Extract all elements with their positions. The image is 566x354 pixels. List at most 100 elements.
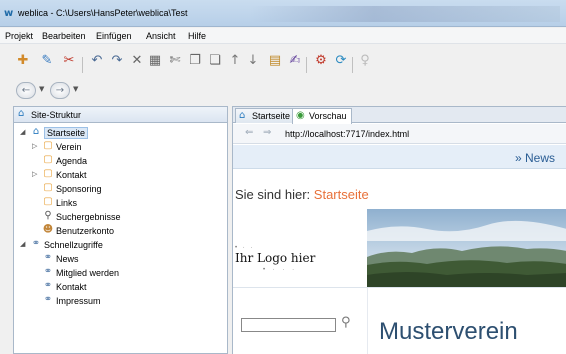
publish-icon[interactable]: ⟳ (332, 53, 350, 69)
tree-item-schnellzugriffe[interactable]: ◢ ⚭ Schnellzugriffe (20, 238, 220, 251)
tab-vorschau[interactable]: ◉ Vorschau (292, 108, 352, 124)
page-icon: ▢ (43, 154, 53, 165)
site-top-nav: » News (233, 145, 566, 169)
menu-bearbeiten[interactable]: Bearbeiten (42, 31, 86, 41)
tree-item-verein[interactable]: ▷ ▢ Verein (32, 140, 222, 153)
tree-item-label: Schnellzugriffe (44, 240, 103, 250)
search-icon[interactable]: ⚲ (341, 315, 351, 330)
tree-item-label: Mitglied werden (56, 268, 120, 278)
breadcrumb: Sie sind hier: Startseite (235, 187, 369, 202)
tree-item-label: Verein (56, 142, 82, 152)
page-icon: ▢ (43, 140, 53, 151)
link-icon: ⚭ (43, 266, 53, 277)
cut-icon[interactable]: ✄ (166, 53, 184, 69)
logo-text: Ihr Logo hier (235, 251, 316, 265)
tree-item-label: Benutzerkonto (56, 226, 115, 236)
logo-decoration: • · · · (263, 267, 298, 273)
collapse-icon[interactable]: ◢ (20, 128, 28, 136)
copy-icon[interactable]: ❐ (186, 53, 204, 69)
link-icon: ⚭ (43, 294, 53, 305)
table-icon[interactable]: ▦ (146, 53, 164, 69)
tree-item-label: News (56, 254, 79, 264)
header-landscape-image (367, 209, 566, 287)
tree-item-impressum[interactable]: ⚭ Impressum (32, 294, 222, 307)
new-page-icon[interactable]: ✚ (14, 53, 32, 69)
site-structure-panel: ⌂ Site-Struktur ◢ ⌂ Startseite ▷ ▢ Verei… (13, 106, 228, 354)
tip-icon[interactable]: ♀ (356, 53, 374, 69)
forward-dropdown-icon[interactable]: ▼ (73, 85, 78, 93)
menu-ansicht[interactable]: Ansicht (146, 31, 176, 41)
expand-icon[interactable]: ▷ (32, 142, 40, 150)
menu-einfuegen[interactable]: Einfügen (96, 31, 132, 41)
news-link[interactable]: » News (515, 151, 555, 165)
link-icon: ⚭ (31, 238, 41, 249)
globe-icon: ◉ (296, 110, 305, 121)
tab-label: Vorschau (309, 111, 347, 121)
site-structure-tab[interactable]: ⌂ Site-Struktur (14, 107, 227, 123)
expand-icon[interactable]: ▷ (32, 170, 40, 178)
collapse-icon[interactable]: ◢ (20, 240, 28, 248)
paste-icon[interactable]: ❏ (206, 53, 224, 69)
tree-item-startseite[interactable]: ◢ ⌂ Startseite (20, 126, 220, 139)
tree-item-label: Sponsoring (56, 184, 102, 194)
toolbar-separator (352, 57, 353, 73)
forward-arrow-icon[interactable]: → (50, 82, 70, 99)
address-bar: ⇐ ⇒ http://localhost:7717/index.html (233, 124, 566, 144)
weblica-app-icon: w (4, 8, 14, 19)
home-icon: ⌂ (18, 108, 25, 119)
tree-item-benutzerkonto[interactable]: ☻ Benutzerkonto (32, 224, 222, 237)
tree-item-news[interactable]: ⚭ News (32, 252, 222, 265)
breadcrumb-prefix: Sie sind hier: (235, 187, 311, 202)
navigation-bar: ← ▼ → ▼ (0, 80, 566, 102)
editor-tab-strip: ⌂ Startseite ◉ Vorschau (233, 107, 566, 124)
tree-item-label: Suchergebnisse (56, 212, 121, 222)
tree-item-mitglied-werden[interactable]: ⚭ Mitglied werden (32, 266, 222, 279)
home-icon: ⌂ (32, 126, 40, 137)
tree-item-suchergebnisse[interactable]: ⚲ Suchergebnisse (32, 210, 222, 223)
delete-icon[interactable]: ✂ (60, 53, 78, 69)
back-arrow-icon[interactable]: ← (16, 82, 36, 99)
redo-icon[interactable]: ↷ (108, 53, 126, 69)
tab-startseite[interactable]: ⌂ Startseite (235, 108, 296, 123)
tree-item-agenda[interactable]: ▢ Agenda (32, 154, 222, 167)
tree-item-label: Startseite (44, 127, 89, 139)
tree-item-label: Links (56, 198, 78, 208)
breadcrumb-current[interactable]: Startseite (314, 187, 369, 202)
new-folder-icon[interactable]: ✎ (38, 53, 56, 69)
title-bar: w weblica - C:\Users\HansPeter\weblica\T… (0, 0, 566, 27)
site-structure-tab-label: Site-Struktur (31, 110, 82, 120)
preview-viewport: » News Sie sind hier: Startseite • · · I… (233, 145, 566, 354)
spellcheck-icon[interactable]: ✍ (286, 53, 304, 69)
move-down-icon[interactable]: ↓ (244, 53, 262, 69)
tree-item-kontakt[interactable]: ▷ ▢ Kontakt (32, 168, 222, 181)
tree-item-label: Agenda (56, 156, 88, 166)
menu-hilfe[interactable]: Hilfe (188, 31, 206, 41)
link-icon: ⚭ (43, 280, 53, 291)
browser-forward-icon[interactable]: ⇒ (263, 127, 271, 138)
address-url[interactable]: http://localhost:7717/index.html (285, 129, 409, 139)
home-icon: ⌂ (239, 110, 246, 121)
divider (367, 288, 368, 354)
page-icon: ▢ (43, 196, 53, 207)
settings-icon[interactable]: ⚙ (312, 53, 330, 69)
site-header-bar: ⚲ Musterverein (233, 287, 566, 354)
browser-back-icon[interactable]: ⇐ (245, 127, 253, 138)
back-dropdown-icon[interactable]: ▼ (39, 85, 44, 93)
tree-item-label: Kontakt (56, 282, 87, 292)
search-icon: ⚲ (44, 210, 52, 221)
move-up-icon[interactable]: ↑ (226, 53, 244, 69)
tab-label: Startseite (252, 111, 291, 121)
remove-icon[interactable]: ✕ (128, 53, 146, 69)
toolbar: ✚ ✎ ✂ ↶ ↷ ✕ ▦ ✄ ❐ ❏ ↑ ↓ ▤ ✍ ⚙ ⟳ ♀ (0, 45, 566, 79)
menu-projekt[interactable]: Projekt (5, 31, 33, 41)
site-logo[interactable]: • · · Ihr Logo hier • · · · (233, 209, 367, 287)
tree-item-label: Kontakt (56, 170, 87, 180)
site-title: Musterverein (379, 318, 518, 345)
tree-item-links[interactable]: ▢ Links (32, 196, 222, 209)
tree-item-label: Impressum (56, 296, 101, 306)
properties-icon[interactable]: ▤ (266, 53, 284, 69)
undo-icon[interactable]: ↶ (88, 53, 106, 69)
tree-item-sponsoring[interactable]: ▢ Sponsoring (32, 182, 222, 195)
site-search-input[interactable] (241, 318, 336, 332)
tree-item-kontakt-link[interactable]: ⚭ Kontakt (32, 280, 222, 293)
